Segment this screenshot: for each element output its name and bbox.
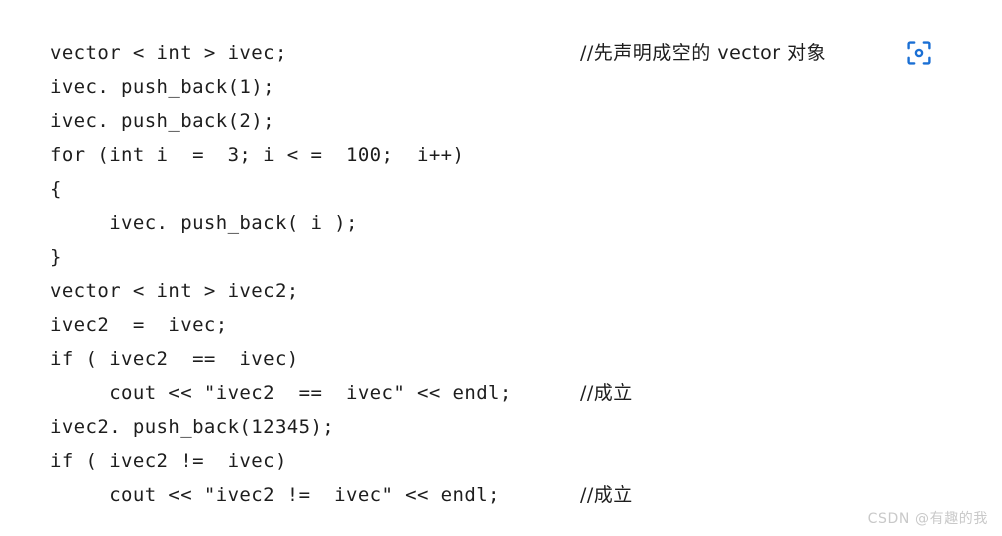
code-line: vector < int > ivec2; bbox=[50, 274, 980, 308]
code-line-text: ivec2 = ivec; bbox=[50, 314, 228, 336]
code-line: cout << "ivec2 != ivec" << endl; //成立 bbox=[50, 478, 980, 512]
code-figure: vector < int > ivec; //先声明成空的 vector 对象 iv… bbox=[0, 0, 1002, 536]
watermark: CSDN @有趣的我 bbox=[867, 511, 988, 527]
code-line-comment: //先声明成空的 vector 对象 bbox=[580, 42, 827, 64]
code-line-text: cout << "ivec2 == ivec" << endl; bbox=[50, 382, 512, 404]
code-line: ivec. push_back(1); bbox=[50, 70, 980, 104]
code-line-text: vector < int > ivec2; bbox=[50, 280, 299, 302]
code-line-text: cout << "ivec2 != ivec" << endl; bbox=[50, 484, 500, 506]
code-line: for (int i = 3; i < = 100; i++) bbox=[50, 138, 980, 172]
code-line: ivec. push_back(2); bbox=[50, 104, 980, 138]
code-line-text: if ( ivec2 != ivec) bbox=[50, 450, 287, 472]
code-line: if ( ivec2 != ivec) bbox=[50, 444, 980, 478]
code-block: vector < int > ivec; //先声明成空的 vector 对象 iv… bbox=[50, 36, 980, 512]
code-line: } bbox=[50, 240, 980, 274]
code-line-text: ivec. push_back( i ); bbox=[50, 212, 358, 234]
scan-focus-icon[interactable] bbox=[896, 30, 942, 76]
code-line: ivec2. push_back(12345); bbox=[50, 410, 980, 444]
code-line: cout << "ivec2 == ivec" << endl; //成立 bbox=[50, 376, 980, 410]
code-line-text: { bbox=[50, 178, 62, 200]
code-line-comment: //成立 bbox=[580, 484, 633, 506]
code-line-text: for (int i = 3; i < = 100; i++) bbox=[50, 144, 465, 166]
code-line: vector < int > ivec; //先声明成空的 vector 对象 bbox=[50, 36, 980, 70]
code-line-text: ivec. push_back(2); bbox=[50, 110, 275, 132]
code-line: if ( ivec2 == ivec) bbox=[50, 342, 980, 376]
code-line: ivec2 = ivec; bbox=[50, 308, 980, 342]
code-line-comment: //成立 bbox=[580, 382, 633, 404]
code-line: ivec. push_back( i ); bbox=[50, 206, 980, 240]
code-line-text: ivec2. push_back(12345); bbox=[50, 416, 335, 438]
code-line-text: vector < int > ivec; bbox=[50, 42, 287, 64]
code-line-text: } bbox=[50, 246, 62, 268]
code-line: { bbox=[50, 172, 980, 206]
code-line-text: if ( ivec2 == ivec) bbox=[50, 348, 299, 370]
code-line-text: ivec. push_back(1); bbox=[50, 76, 275, 98]
